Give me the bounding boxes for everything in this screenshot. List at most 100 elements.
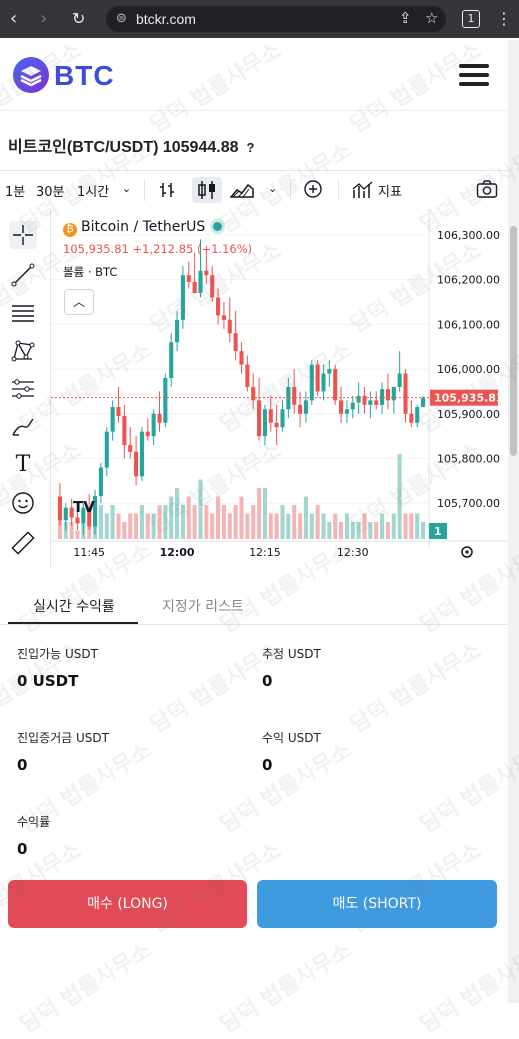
back-icon[interactable]: ‹ [10,9,17,29]
volume-bar [251,505,256,539]
profit-usdt-value: 0 [262,756,273,774]
crosshair-icon[interactable] [9,221,37,249]
volume-bar [192,505,197,539]
interval-30m[interactable]: 30분 [36,181,65,200]
pattern-icon[interactable] [9,337,37,365]
area-style-icon[interactable] [229,181,254,203]
candle-body [134,451,139,477]
candle-body [192,281,197,294]
candlestick-chart[interactable]: 106,300.00 106,200.00 106,100.00 106,000.00… [51,209,519,567]
price-axis-label: 106,100.00 [437,318,500,331]
candle-body [251,386,256,401]
candle-body [145,431,150,437]
volume-bar [333,513,338,539]
compare-add-icon[interactable] [303,179,323,203]
trend-line-icon[interactable] [9,261,37,289]
candle-body [280,409,285,428]
time-axis-label: 12:00 [160,546,195,559]
bar-style-icon[interactable] [158,181,176,203]
volume-bar [186,496,191,539]
candle-body [262,409,267,437]
candle-body [110,407,115,432]
buy-long-button[interactable]: 매수 (LONG) [8,880,247,928]
volume-bar [198,479,203,539]
volume-bar [415,513,420,539]
time-axis-label: 12:30 [337,546,369,559]
collapse-legend-icon[interactable]: ︿ [64,289,94,315]
available-usdt-label: 진입가능 USDT [17,647,98,661]
candle-body [157,413,162,423]
candle-body [257,400,262,437]
bookmark-icon[interactable]: ☆ [425,9,438,27]
site-info-icon[interactable]: ⊜ [116,11,127,26]
hamburger-menu-icon[interactable] [459,64,489,86]
horizontal-lines-icon[interactable] [9,299,37,327]
volume-bar [298,513,303,539]
candle-body [151,413,156,437]
page-title: 비트코인(BTC/USDT) 105944.88? [8,133,254,157]
candle-body [98,467,103,497]
url-text: btckr.com [136,11,196,27]
emoji-icon[interactable] [9,489,37,517]
ruler-icon[interactable] [9,529,37,557]
candle-body [210,275,215,298]
volume-bar [245,513,250,539]
watermark-text: 담덕 법률사무소 [216,737,356,839]
sell-short-button[interactable]: 매도 (SHORT) [257,880,497,928]
price-axis-label: 105,900.00 [437,408,500,421]
chart-style-dropdown-icon[interactable]: ⌄ [268,182,277,195]
chart-legend: ₿ Bitcoin / TetherUS [63,219,223,237]
candle-style-icon[interactable] [192,177,222,203]
candle-body [327,369,332,374]
candle-body [221,315,226,320]
volume-bar [139,505,144,539]
volume-bar [315,505,320,539]
volume-bar [128,513,133,539]
candle-body [368,400,373,405]
volume-bar [321,513,326,539]
forward-icon[interactable]: › [40,9,47,29]
help-icon[interactable]: ? [247,140,255,155]
tab-limit-list[interactable]: 지정가 리스트 [162,596,244,616]
reload-icon[interactable]: ↻ [72,9,85,29]
tab-realtime-profit[interactable]: 실시간 수익률 [33,596,115,616]
candle-body [397,373,402,387]
volume-bar [216,496,221,539]
volume-bar [268,513,273,539]
scrollbar-thumb[interactable] [510,226,517,456]
drawing-toolbar: T [0,209,51,569]
candle-body [385,389,390,401]
volume-bar [286,513,291,539]
prediction-tools-icon[interactable] [9,375,37,403]
page-scrollbar[interactable] [508,40,519,1003]
volume-bar [344,513,349,539]
logo-icon[interactable] [12,56,50,98]
volume-bar [257,488,262,539]
tab-count-button[interactable]: 1 [462,10,480,28]
browser-menu-icon[interactable]: ⋮ [496,9,512,28]
price-chart[interactable]: 106,300.00 106,200.00 106,100.00 106,000.00… [51,209,519,567]
volume-bar [233,505,238,539]
candle-body [180,275,185,320]
volume-bar [380,513,385,539]
price-axis-label: 106,300.00 [437,229,500,242]
chart-symbol[interactable]: Bitcoin / TetherUS [81,219,205,235]
volume-bar [350,522,355,539]
volume-bar [368,522,373,539]
watermark-text: 담덕 법률사무소 [16,937,156,1039]
screenshot-camera-icon[interactable] [476,179,498,203]
interval-1m[interactable]: 1분 [5,181,25,200]
site-header: BTC [0,38,519,111]
indicators-button[interactable]: 지표 [378,181,402,200]
interval-dropdown-icon[interactable]: ⌄ [122,182,131,195]
address-bar[interactable]: ⊜ btckr.com [106,6,446,32]
candle-body [63,507,68,521]
text-tool-icon[interactable]: T [9,451,37,479]
share-icon[interactable]: ⇪ [399,9,412,27]
watermark-text: 담덕 법률사무소 [416,737,519,839]
interval-1h[interactable]: 1시간 [77,181,109,200]
brush-icon[interactable] [9,413,37,441]
indicators-icon[interactable] [352,181,374,203]
bitcoin-icon: ₿ [63,223,77,237]
logo-text[interactable]: BTC [54,60,115,92]
